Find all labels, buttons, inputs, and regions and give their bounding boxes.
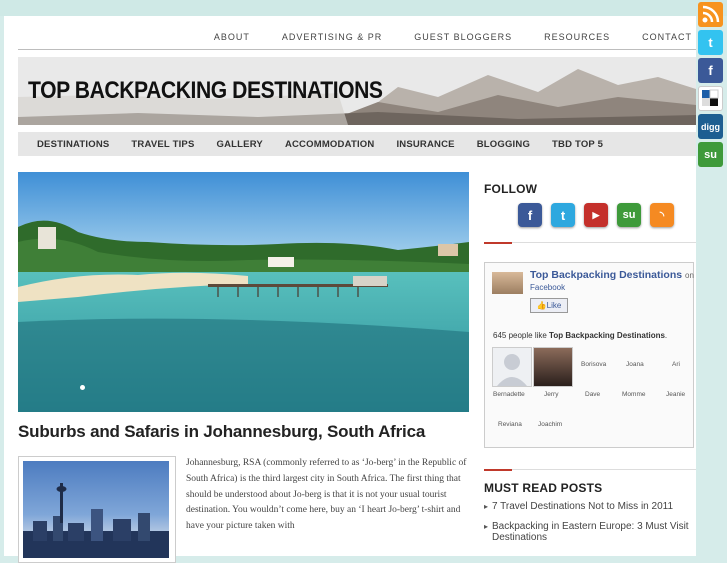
top-nav-contact[interactable]: CONTACT [626,28,692,48]
nav-blogging[interactable]: BLOGGING [466,139,541,150]
thumbs-up-icon: 👍 [536,301,547,310]
follow-heading: FOLLOW [484,182,538,196]
facebook-link[interactable]: Facebook [530,283,565,292]
stumbleupon-icon[interactable]: su [617,203,641,227]
nav-travel-tips[interactable]: TRAVEL TIPS [120,139,205,150]
facebook-like-button[interactable]: 👍Like [530,298,568,313]
delicious-icon[interactable] [698,86,723,111]
facebook-page-name[interactable]: Top Backpacking Destinations on [530,269,694,281]
follow-icons: f t ▶ su ◝ [518,203,674,227]
post-excerpt: Johannesburg, RSA (commonly referred to … [186,458,467,532]
fan-name[interactable]: Joachim [538,421,562,428]
must-read-link[interactable]: 7 Travel Destinations Not to Miss in 201… [484,501,699,512]
site-header[interactable]: TOP BACKPACKING DESTINATIONS [18,57,696,125]
fan-avatar[interactable] [533,347,573,387]
fan-count-page[interactable]: Top Backpacking Destinations [549,331,665,340]
fan-name[interactable]: Joana [626,361,644,368]
stumbleupon-icon[interactable]: su [698,142,723,167]
fan-name[interactable]: Jeanie [666,391,685,398]
section-divider [484,242,512,244]
fan-name[interactable]: Borisova [581,361,606,368]
top-nav-advertising[interactable]: ADVERTISING & PR [266,28,398,48]
digg-icon[interactable]: digg [698,114,723,139]
fan-name[interactable]: Dave [585,391,600,398]
fan-count-suffix: . [664,331,668,340]
facebook-icon[interactable]: f [518,203,542,227]
twitter-icon[interactable]: t [551,203,575,227]
rss-icon[interactable] [698,2,723,27]
facebook-fan-count: 645 people like Top Backpacking Destinat… [493,331,667,340]
section-divider-rule [512,242,696,243]
rss-icon[interactable]: ◝ [650,203,674,227]
must-read-heading: MUST READ POSTS [484,481,603,495]
main-nav: DESTINATIONS TRAVEL TIPS GALLERY ACCOMMO… [18,132,696,156]
facebook-icon[interactable]: f [698,58,723,83]
beach-pier-photo [18,172,469,412]
must-read-link[interactable]: Backpacking in Eastern Europe: 3 Must Vi… [484,521,699,543]
must-read-list: 7 Travel Destinations Not to Miss in 201… [484,501,699,552]
fan-name[interactable]: Bernadette [493,391,525,398]
nav-insurance[interactable]: INSURANCE [385,139,465,150]
facebook-page-name-text[interactable]: Top Backpacking Destinations [530,269,682,281]
post-thumbnail[interactable] [18,456,176,563]
slider-dot[interactable] [80,385,85,390]
youtube-icon[interactable]: ▶ [584,203,608,227]
nav-gallery[interactable]: GALLERY [206,139,274,150]
facebook-on-text: on [685,271,694,280]
fan-name[interactable]: Jerry [544,391,558,398]
site-title[interactable]: TOP BACKPACKING DESTINATIONS [28,77,383,105]
top-nav-about[interactable]: ABOUT [198,28,266,48]
fan-name[interactable]: Reviana [498,421,522,428]
like-label: Like [546,301,562,310]
facebook-page-avatar[interactable] [492,272,523,294]
nav-tbd-top5[interactable]: TBD TOP 5 [541,139,614,150]
fan-avatar[interactable] [492,347,532,387]
fan-count-prefix: 645 people like [493,331,550,340]
featured-slider-image[interactable] [18,172,469,412]
page-container: ABOUT ADVERTISING & PR GUEST BLOGGERS RE… [4,16,699,563]
city-skyline-image [23,483,169,558]
top-nav: ABOUT ADVERTISING & PR GUEST BLOGGERS RE… [198,28,692,48]
default-avatar-icon [497,354,527,386]
post-title[interactable]: Suburbs and Safaris in Johannesburg, Sou… [18,422,425,442]
top-strip [0,0,727,16]
top-divider [18,49,696,50]
fan-name[interactable]: Momme [622,391,645,398]
nav-accommodation[interactable]: ACCOMMODATION [274,139,386,150]
section-divider [484,469,512,471]
twitter-icon[interactable]: t [698,30,723,55]
facebook-like-box: Top Backpacking Destinations on Facebook… [484,262,694,448]
fan-name[interactable]: Ari [672,361,680,368]
nav-destinations[interactable]: DESTINATIONS [18,139,120,150]
top-nav-resources[interactable]: RESOURCES [528,28,626,48]
top-nav-guest-bloggers[interactable]: GUEST BLOGGERS [398,28,528,48]
section-divider-rule [512,469,696,470]
